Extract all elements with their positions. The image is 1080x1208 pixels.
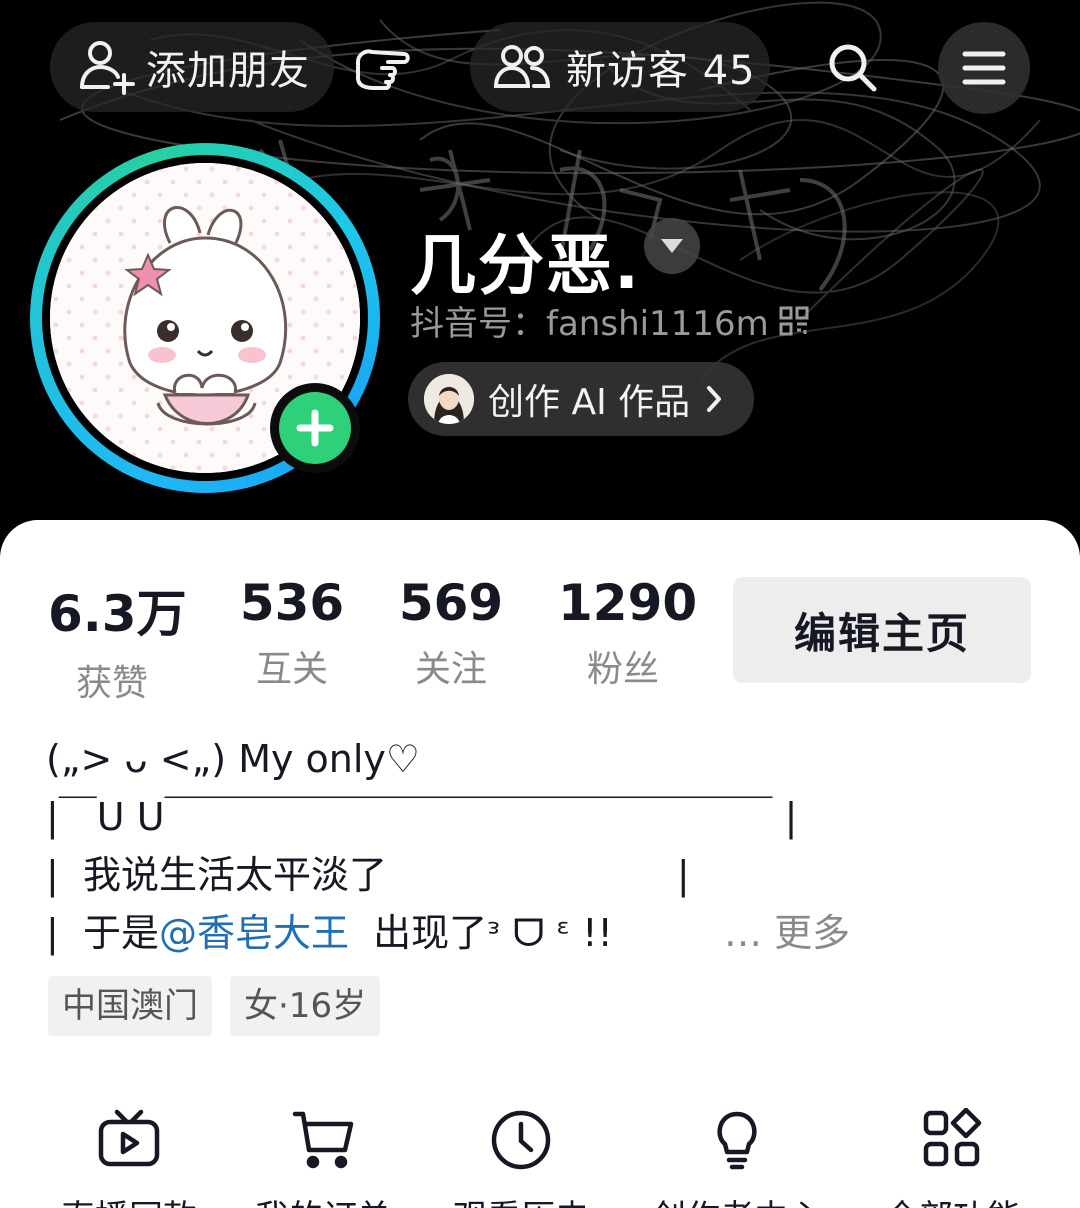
- stat-value: 1290: [558, 574, 698, 632]
- search-button[interactable]: [800, 22, 904, 112]
- bio-line: | 我说生活太平淡了 |: [46, 853, 690, 897]
- caret-down-icon: [661, 239, 683, 253]
- lightbulb-icon: [717, 1111, 757, 1170]
- add-friend-button[interactable]: 添加朋友: [50, 22, 334, 112]
- apps-grid-icon: [923, 1108, 982, 1167]
- plus-icon: [296, 409, 334, 447]
- nickname: 几分恶.: [410, 227, 642, 304]
- ai-portrait-avatar: [424, 374, 474, 424]
- tools-row: 直播同款 我的订单 观看历史 创作者中心: [0, 1108, 1080, 1208]
- bio-text: | 于是: [46, 911, 159, 955]
- add-avatar-button[interactable]: [270, 383, 360, 473]
- ai-works-button[interactable]: 创作 AI 作品: [408, 362, 754, 436]
- tv-play-icon: [98, 1109, 160, 1167]
- stat-followers[interactable]: 1290 粉丝: [558, 574, 698, 692]
- search-icon: [829, 44, 877, 92]
- tool-watch-history[interactable]: 观看历史: [426, 1108, 616, 1208]
- bio[interactable]: („> ᴗ <„) My only♡ |￣U U￣￣￣￣￣￣￣￣￣￣￣￣￣￣￣￣…: [46, 734, 1036, 966]
- tool-live-same[interactable]: 直播同款: [34, 1108, 224, 1208]
- visitors-label: 新访客 45: [566, 48, 756, 94]
- tool-label: 创作者中心: [642, 1190, 832, 1208]
- mention-link[interactable]: @香皂大王: [159, 911, 349, 955]
- add-user-icon: [80, 41, 135, 95]
- ai-works-label: 创作 AI 作品: [488, 382, 691, 423]
- profile-header: 添加朋友 新访客 45 几分恶. 抖音号：fanshi1116m 创作 AI 作…: [0, 0, 1080, 560]
- add-friend-label: 添加朋友: [146, 48, 310, 94]
- stat-label: 获赞: [75, 663, 148, 704]
- hand-button[interactable]: [332, 22, 432, 112]
- bio-line: | 于是@香皂大王 出现了ᵌ ᗜ ᵋ !! … 更多: [46, 908, 1036, 966]
- tool-all-features[interactable]: 全部功能: [858, 1108, 1048, 1208]
- bio-line: („> ᴗ <„) My only♡: [46, 737, 420, 781]
- account-switch-button[interactable]: [644, 218, 700, 274]
- douyin-id[interactable]: 抖音号：fanshi1116m: [410, 296, 809, 345]
- bio-text: 出现了ᵌ ᗜ ᵋ !!: [348, 911, 613, 955]
- visitors-button[interactable]: 新访客 45: [470, 22, 770, 112]
- stat-label: 关注: [414, 649, 487, 690]
- gender-age-tag: 女·16岁: [230, 976, 381, 1036]
- visitors-icon: [494, 45, 550, 88]
- tool-my-orders[interactable]: 我的订单: [228, 1108, 418, 1208]
- douyin-id-text: 抖音号：fanshi1116m: [410, 304, 769, 344]
- menu-icon: [962, 51, 1006, 85]
- stat-label: 互关: [255, 649, 328, 690]
- stat-value: 6.3万: [48, 585, 187, 643]
- profile-panel: 6.3万 获赞 536 互关 569 关注 1290 粉丝 编辑主页 („> ᴗ…: [0, 520, 1080, 1208]
- tool-label: 我的订单: [228, 1190, 418, 1208]
- profile-tags: 中国澳门 女·16岁: [48, 976, 381, 1036]
- tool-label: 观看历史: [426, 1190, 616, 1208]
- location-tag: 中国澳门: [48, 976, 212, 1036]
- tool-label: 直播同款: [34, 1190, 224, 1208]
- stat-following[interactable]: 569 关注: [396, 574, 506, 692]
- bio-line: |￣U U￣￣￣￣￣￣￣￣￣￣￣￣￣￣￣￣ |: [46, 795, 798, 839]
- clock-icon: [491, 1110, 551, 1170]
- stat-mutual[interactable]: 536 互关: [236, 574, 348, 692]
- edit-profile-button[interactable]: 编辑主页: [733, 577, 1031, 683]
- chevron-right-icon: [707, 386, 722, 412]
- stat-likes[interactable]: 6.3万 获赞: [48, 574, 187, 706]
- menu-button[interactable]: [938, 22, 1030, 114]
- avatar-container[interactable]: [30, 143, 380, 493]
- qr-code-icon: [779, 306, 809, 335]
- tool-creator-center[interactable]: 创作者中心: [642, 1108, 832, 1208]
- top-bar: 添加朋友 新访客 45: [0, 22, 1080, 114]
- cart-icon: [292, 1111, 354, 1169]
- tool-label: 全部功能: [858, 1190, 1048, 1208]
- more-link[interactable]: … 更多: [724, 908, 850, 958]
- stat-label: 粉丝: [586, 649, 659, 690]
- stat-value: 569: [398, 574, 504, 632]
- hand-pointer-icon: [356, 49, 410, 90]
- stat-value: 536: [239, 574, 345, 632]
